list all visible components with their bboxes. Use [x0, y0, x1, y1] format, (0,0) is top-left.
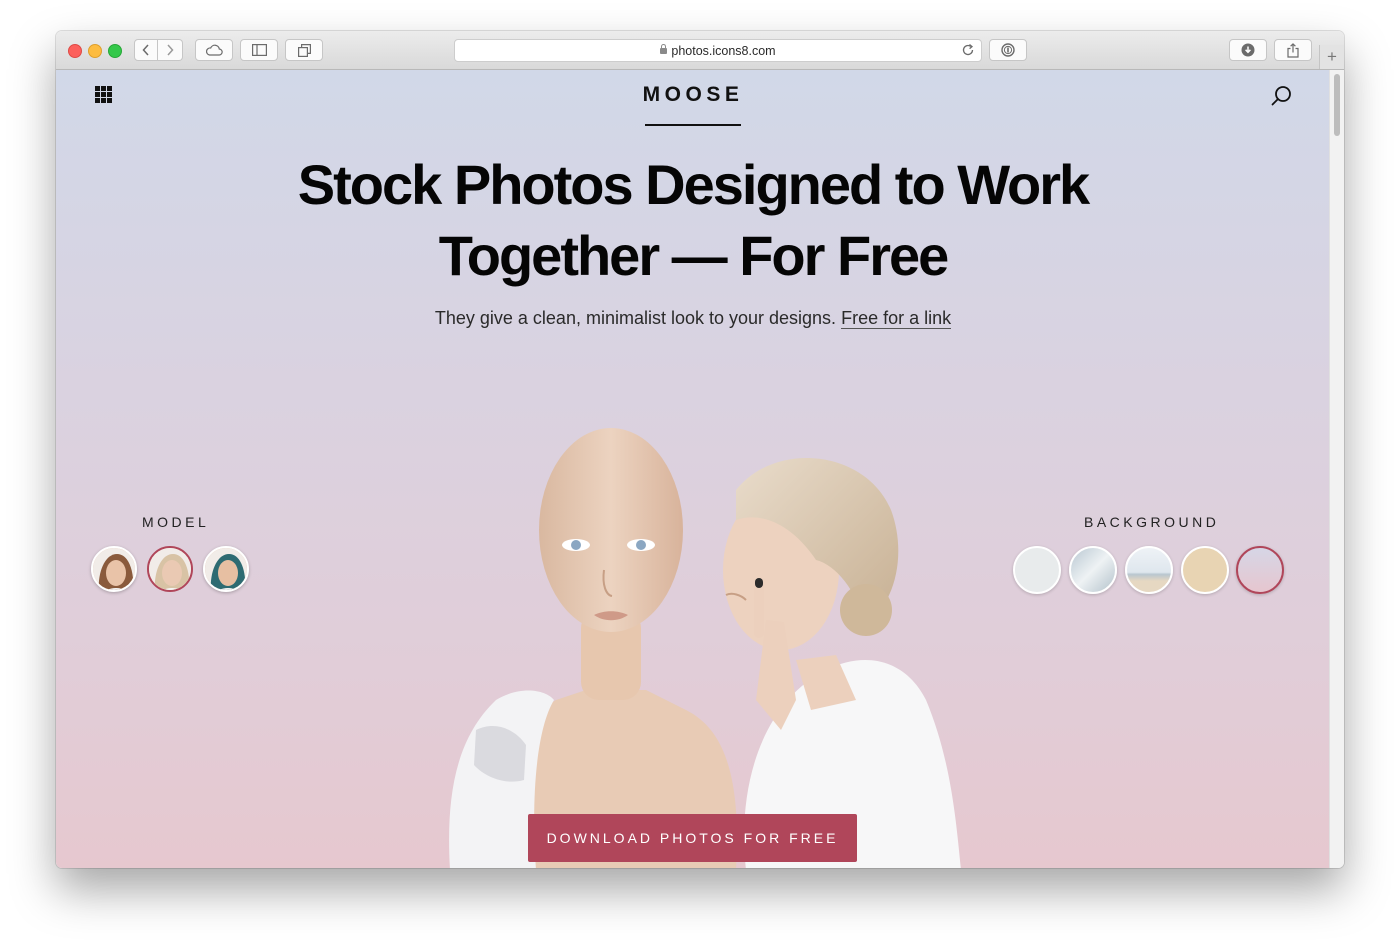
- background-swatch-beige[interactable]: [1181, 546, 1229, 594]
- model-avatar-2[interactable]: [147, 546, 193, 592]
- page-scrollbar[interactable]: [1329, 70, 1344, 868]
- sidebar-icon: [251, 44, 267, 56]
- android-figure: [449, 428, 737, 868]
- minimize-window-button[interactable]: [88, 44, 102, 58]
- browser-toolbar: photos.icons8.com +: [56, 31, 1344, 70]
- background-swatch-gradient-pink[interactable]: [1236, 546, 1284, 594]
- share-icon: [1287, 42, 1299, 58]
- close-window-button[interactable]: [68, 44, 82, 58]
- model-portrait-icon: [205, 548, 247, 590]
- subline-text: They give a clean, minimalist look to yo…: [434, 308, 837, 328]
- chevron-right-icon: [167, 44, 174, 56]
- cloud-icon: [206, 44, 223, 56]
- background-swatch-sailboat[interactable]: [1069, 546, 1117, 594]
- headline-line-2: Together — For Free: [438, 224, 950, 287]
- chevron-left-icon: [142, 44, 149, 56]
- url-display: photos.icons8.com: [455, 44, 981, 58]
- 1password-icon: [1001, 43, 1015, 57]
- model-label: MODEL: [142, 514, 210, 530]
- hero-subline: They give a clean, minimalist look to yo…: [56, 308, 1330, 329]
- logo-underline: [645, 124, 741, 126]
- background-label: BACKGROUND: [1084, 514, 1220, 530]
- model-avatar-1[interactable]: [91, 546, 137, 592]
- free-for-link-link[interactable]: Free for a link: [841, 308, 952, 329]
- back-button[interactable]: [134, 39, 158, 61]
- hero-headline: Stock Photos Designed to Work Together —…: [56, 149, 1330, 291]
- model-portrait-icon: [149, 548, 191, 590]
- model-portrait-icon: [93, 548, 135, 590]
- downloads-button[interactable]: [1229, 39, 1267, 61]
- reload-icon[interactable]: [961, 43, 975, 57]
- password-extension-button[interactable]: [989, 39, 1027, 61]
- woman-figure: [723, 457, 961, 868]
- scrollbar-thumb[interactable]: [1334, 74, 1340, 136]
- address-bar[interactable]: photos.icons8.com: [454, 39, 982, 62]
- tabs-icon: [297, 43, 311, 57]
- lock-icon: [660, 44, 668, 54]
- model-avatar-3[interactable]: [203, 546, 249, 592]
- download-icon: [1241, 43, 1255, 57]
- hero-photo: [449, 428, 961, 868]
- forward-button[interactable]: [158, 39, 183, 61]
- headline-line-1: Stock Photos Designed to Work: [297, 153, 1090, 216]
- tab-overview-button[interactable]: [285, 39, 323, 61]
- browser-window: photos.icons8.com + MOOSE Stock Photos D…: [56, 31, 1344, 868]
- download-photos-button[interactable]: DOWNLOAD PHOTOS FOR FREE: [528, 814, 857, 862]
- web-page: MOOSE Stock Photos Designed to Work Toge…: [56, 70, 1330, 868]
- url-text: photos.icons8.com: [671, 44, 776, 58]
- site-logo[interactable]: MOOSE: [56, 83, 1330, 107]
- plus-icon: +: [1327, 47, 1337, 66]
- search-icon[interactable]: [1270, 84, 1294, 108]
- share-button[interactable]: [1274, 39, 1312, 61]
- background-swatch-white-room[interactable]: [1013, 546, 1061, 594]
- background-swatch-beach[interactable]: [1125, 546, 1173, 594]
- icloud-tabs-button[interactable]: [195, 39, 233, 61]
- sidebar-button[interactable]: [240, 39, 278, 61]
- zoom-window-button[interactable]: [108, 44, 122, 58]
- new-tab-button[interactable]: +: [1319, 45, 1344, 69]
